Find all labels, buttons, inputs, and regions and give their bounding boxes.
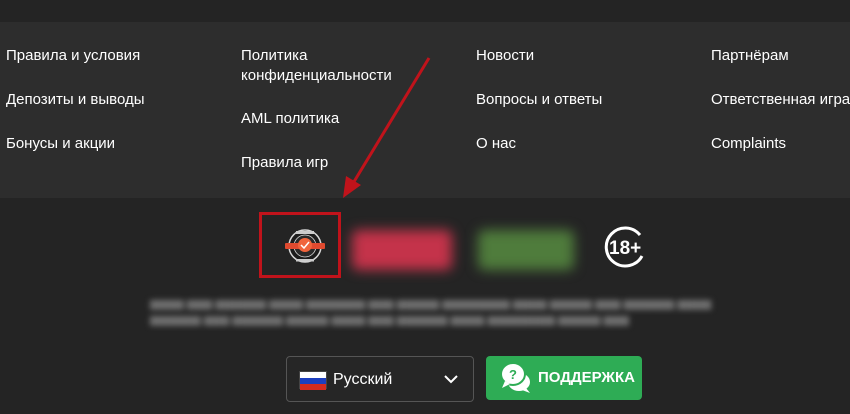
chat-bubbles-icon: ? <box>500 362 530 393</box>
language-label: Русский <box>333 371 393 388</box>
footer-link-aml[interactable]: AML политика <box>241 109 339 129</box>
footer-link-faq[interactable]: Вопросы и ответы <box>476 90 602 110</box>
footer-link-responsible-gaming[interactable]: Ответственная игра <box>711 90 850 110</box>
blurred-logo-red <box>352 230 452 270</box>
license-seal-icon[interactable] <box>282 226 328 266</box>
chevron-down-icon <box>444 375 458 384</box>
support-button[interactable]: ? ПОДДЕРЖКА <box>486 356 642 400</box>
footer-link-partners[interactable]: Партнёрам <box>711 46 789 66</box>
svg-text:?: ? <box>509 367 517 382</box>
footer-link-news[interactable]: Новости <box>476 46 534 66</box>
badges-row: 18+ <box>0 198 850 288</box>
russia-flag-icon <box>299 371 327 390</box>
language-select[interactable]: Русский <box>286 356 474 402</box>
blurred-disclaimer: ▆▆▆▆ ▆▆▆ ▆▆▆▆▆▆ ▆▆▆▆ ▆▆▆▆▆▆▆ ▆▆▆ ▆▆▆▆▆ ▆… <box>150 298 712 326</box>
footer-links-panel: Правила и условия Депозиты и выводы Бону… <box>0 22 850 198</box>
footer-link-terms[interactable]: Правила и условия <box>6 46 140 66</box>
top-strip <box>0 0 850 22</box>
footer-link-deposits[interactable]: Депозиты и выводы <box>6 90 145 110</box>
footer-link-privacy[interactable]: Политика конфиденциальности <box>241 46 411 86</box>
support-label: ПОДДЕРЖКА <box>538 369 635 386</box>
age-restriction-icon: 18+ <box>604 226 644 268</box>
footer-link-complaints[interactable]: Complaints <box>711 134 786 154</box>
footer-link-bonuses[interactable]: Бонусы и акции <box>6 134 115 154</box>
footer-link-game-rules[interactable]: Правила игр <box>241 153 328 173</box>
footer-link-about[interactable]: О нас <box>476 134 516 154</box>
age-restriction-label: 18+ <box>609 238 641 259</box>
blurred-logo-green <box>478 230 574 270</box>
